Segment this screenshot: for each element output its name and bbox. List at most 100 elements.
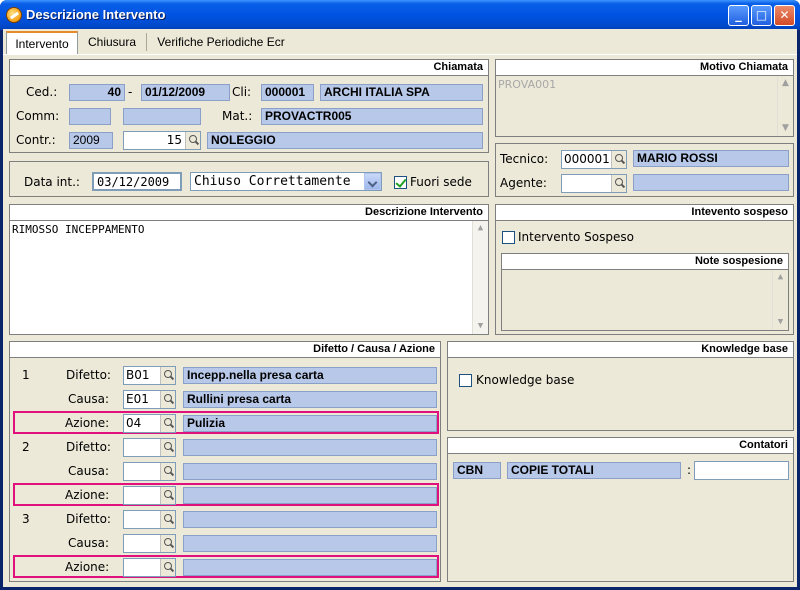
search-icon[interactable] — [185, 132, 200, 149]
motivo-panel: Motivo Chiamata PROVA001 ▲ ▼ — [495, 59, 794, 137]
search-icon[interactable] — [611, 175, 626, 192]
azione-lookup[interactable]: 04 — [123, 414, 176, 433]
search-icon[interactable] — [160, 367, 175, 384]
cli-code: 000001 — [261, 84, 314, 101]
ced-dash: - — [128, 85, 133, 99]
search-icon[interactable] — [160, 535, 175, 552]
ced-date: 01/12/2009 — [141, 84, 230, 101]
contr-year: 2009 — [69, 132, 113, 149]
cli-name: ARCHI ITALIA SPA — [320, 84, 483, 101]
search-icon[interactable] — [611, 151, 626, 168]
row-number: 1 — [22, 368, 30, 382]
difetto-label: Difetto: — [66, 512, 111, 526]
azione-lookup[interactable] — [123, 558, 176, 577]
kb-title: Knowledge base — [448, 342, 793, 358]
status-value: Chiuso Correttamente — [194, 174, 351, 189]
difetto-code: B01 — [126, 368, 150, 382]
cli-label: Cli: — [232, 85, 252, 99]
window-title: Descrizione Intervento — [26, 7, 166, 22]
data-int-label: Data int.: — [24, 175, 80, 189]
status-select[interactable]: Chiuso Correttamente — [190, 172, 382, 191]
mat-label: Mat.: — [222, 109, 253, 123]
search-icon[interactable] — [160, 463, 175, 480]
causa-desc — [183, 463, 437, 480]
search-icon[interactable] — [160, 391, 175, 408]
contatore-colon: : — [687, 463, 692, 477]
azione-label: Azione: — [65, 416, 110, 430]
motivo-title: Motivo Chiamata — [496, 60, 793, 76]
difetto-lookup[interactable] — [123, 438, 176, 457]
contatore-code: CBN — [453, 462, 501, 479]
causa-lookup[interactable]: E01 — [123, 390, 176, 409]
chevron-down-icon[interactable] — [364, 173, 381, 190]
search-icon[interactable] — [160, 415, 175, 432]
causa-lookup[interactable] — [123, 534, 176, 553]
tecnico-lookup[interactable]: 000001 — [561, 150, 627, 169]
azione-desc — [183, 559, 437, 576]
tab-strip: Intervento Chiusura Verifiche Periodiche… — [3, 29, 797, 55]
close-button[interactable]: ✕ — [774, 5, 795, 26]
dca-panel: Difetto / Causa / Azione 1 Difetto: B01 … — [9, 341, 441, 582]
contatori-title: Contatori — [448, 438, 793, 454]
azione-desc — [183, 487, 437, 504]
descrizione-scrollbar[interactable]: ▲ ▼ — [472, 221, 488, 334]
chiamata-title: Chiamata — [10, 60, 488, 76]
tab-separator — [146, 33, 147, 51]
azione-label: Azione: — [65, 488, 110, 502]
difetto-desc — [183, 511, 437, 528]
title-bar[interactable]: Descrizione Intervento _ □ ✕ — [0, 0, 800, 30]
contr-label: Contr.: — [16, 133, 56, 147]
contatore-value-input[interactable] — [694, 461, 789, 480]
descrizione-title: Descrizione Intervento — [10, 205, 488, 221]
sospeso-checkbox[interactable] — [502, 231, 515, 244]
mat-value: PROVACTR005 — [261, 108, 483, 125]
difetto-label: Difetto: — [66, 368, 111, 382]
search-icon[interactable] — [160, 487, 175, 504]
difetto-lookup[interactable]: B01 — [123, 366, 176, 385]
note-sospesione-panel: Note sospesione ▲ ▼ — [501, 253, 789, 331]
agente-name — [633, 174, 789, 191]
sospeso-title: Intevento sospeso — [496, 205, 793, 221]
difetto-label: Difetto: — [66, 440, 111, 454]
tab-chiusura[interactable]: Chiusura — [81, 31, 143, 54]
contatore-desc: COPIE TOTALI — [507, 462, 681, 479]
motivo-scrollbar[interactable]: ▲ ▼ — [777, 76, 793, 136]
fuori-sede-checkbox[interactable] — [394, 176, 407, 189]
dca-title: Difetto / Causa / Azione — [10, 342, 440, 358]
kb-checkbox[interactable] — [459, 374, 472, 387]
tecnico-panel: Tecnico: 000001 MARIO ROSSI Agente: — [495, 143, 794, 197]
data-int-input[interactable]: 03/12/2009 — [92, 172, 182, 191]
kb-label: Knowledge base — [476, 373, 575, 387]
note-sospesione-textarea[interactable]: ▲ ▼ — [502, 270, 788, 330]
comm-value-1 — [69, 108, 111, 125]
app-icon — [6, 7, 22, 23]
contr-desc: NOLEGGIO — [207, 132, 483, 149]
azione-lookup[interactable] — [123, 486, 176, 505]
minimize-button[interactable]: _ — [728, 5, 749, 26]
causa-lookup[interactable] — [123, 462, 176, 481]
search-icon[interactable] — [160, 439, 175, 456]
tecnico-code: 000001 — [564, 152, 610, 166]
agente-lookup[interactable] — [561, 174, 627, 193]
sospeso-label: Intervento Sospeso — [518, 230, 634, 244]
ced-value: 40 — [69, 84, 125, 101]
causa-desc — [183, 535, 437, 552]
tab-verifiche-periodiche[interactable]: Verifiche Periodiche Ecr — [151, 31, 291, 54]
search-icon[interactable] — [160, 559, 175, 576]
descrizione-textarea[interactable]: RIMOSSO INCEPPAMENTO ▲ ▼ — [10, 221, 488, 334]
comm-label: Comm: — [16, 109, 60, 123]
azione-code: 04 — [126, 416, 142, 430]
motivo-textarea[interactable]: PROVA001 ▲ ▼ — [496, 76, 793, 136]
azione-desc: Pulizia — [183, 415, 437, 432]
note-scrollbar[interactable]: ▲ ▼ — [772, 270, 788, 330]
tab-intervento[interactable]: Intervento — [6, 31, 78, 54]
contr-num-lookup[interactable]: 15 — [123, 131, 201, 150]
difetto-desc — [183, 439, 437, 456]
difetto-lookup[interactable] — [123, 510, 176, 529]
chiamata-panel: Chiamata Ced.: 40 - 01/12/2009 Cli: 0000… — [9, 59, 489, 153]
search-icon[interactable] — [160, 511, 175, 528]
maximize-button[interactable]: □ — [751, 5, 772, 26]
data-int-panel: Data int.: 03/12/2009 Chiuso Correttamen… — [9, 161, 489, 197]
ced-label: Ced.: — [26, 85, 58, 99]
fuori-sede-label: Fuori sede — [410, 175, 472, 189]
